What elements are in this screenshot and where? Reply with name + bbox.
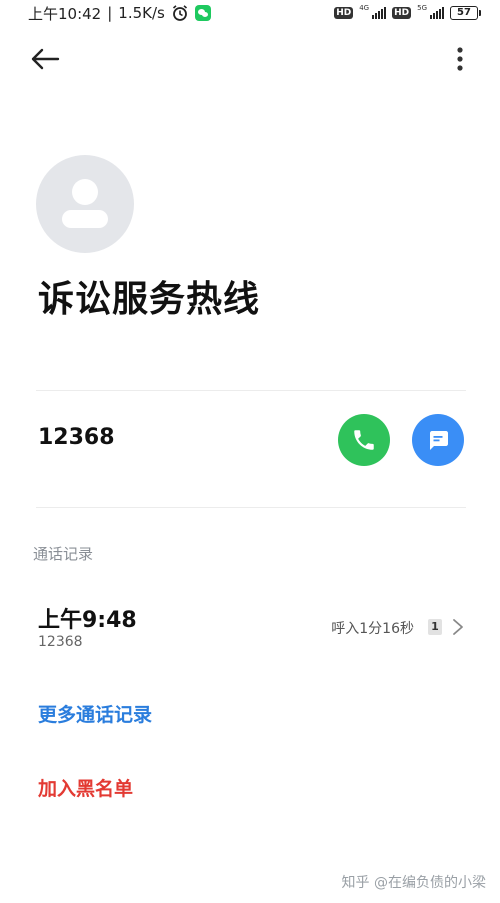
status-left: 上午10:42 | 1.5K/s [28,3,211,24]
status-bar: 上午10:42 | 1.5K/s HD 4G HD 5G 57 [0,0,500,26]
phone-number: 12368 [38,425,115,450]
hd-badge: HD [334,7,354,19]
avatar [36,155,134,253]
chevron-right-icon [453,619,463,635]
call-log-duration: 呼入1分16秒 [331,621,414,637]
contact-name: 诉讼服务热线 [38,279,261,320]
call-log-number: 12368 [38,634,83,650]
back-button[interactable] [28,42,62,76]
phone-icon [354,430,374,450]
alarm-icon [172,5,187,21]
call-log-row[interactable]: 上午9:48 12368 呼入1分16秒 1 [0,598,500,658]
hd-badge-2: HD [392,7,412,19]
add-to-blacklist-link[interactable]: 加入黑名单 [38,774,133,801]
toolbar [0,36,500,80]
status-separator: | [107,4,113,22]
call-log-title: 通话记录 [33,545,94,563]
call-log-time: 上午9:48 [38,608,137,633]
signal-icon [372,7,387,19]
more-vertical-icon [457,47,463,71]
signal-icon-2 [430,7,444,19]
message-icon [430,431,448,450]
status-speed: 1.5K/s [118,4,165,22]
call-log-count-badge: 1 [428,619,442,635]
status-time: 上午10:42 [28,4,102,23]
message-button[interactable] [412,414,464,466]
divider-top [36,390,466,391]
arrow-left-icon [31,48,60,70]
more-call-logs-link[interactable]: 更多通话记录 [38,700,152,727]
more-options-button[interactable] [450,42,470,76]
status-right: HD 4G HD 5G 57 [334,4,481,20]
wechat-icon [194,5,211,21]
call-button[interactable] [338,414,390,466]
battery-icon: 57 [450,6,481,20]
network-type-2: 5G [417,4,427,12]
watermark: 知乎 @在编负债的小梁 [341,875,486,891]
person-icon [62,179,108,228]
divider-bottom [36,507,466,508]
network-type: 4G [359,4,370,12]
